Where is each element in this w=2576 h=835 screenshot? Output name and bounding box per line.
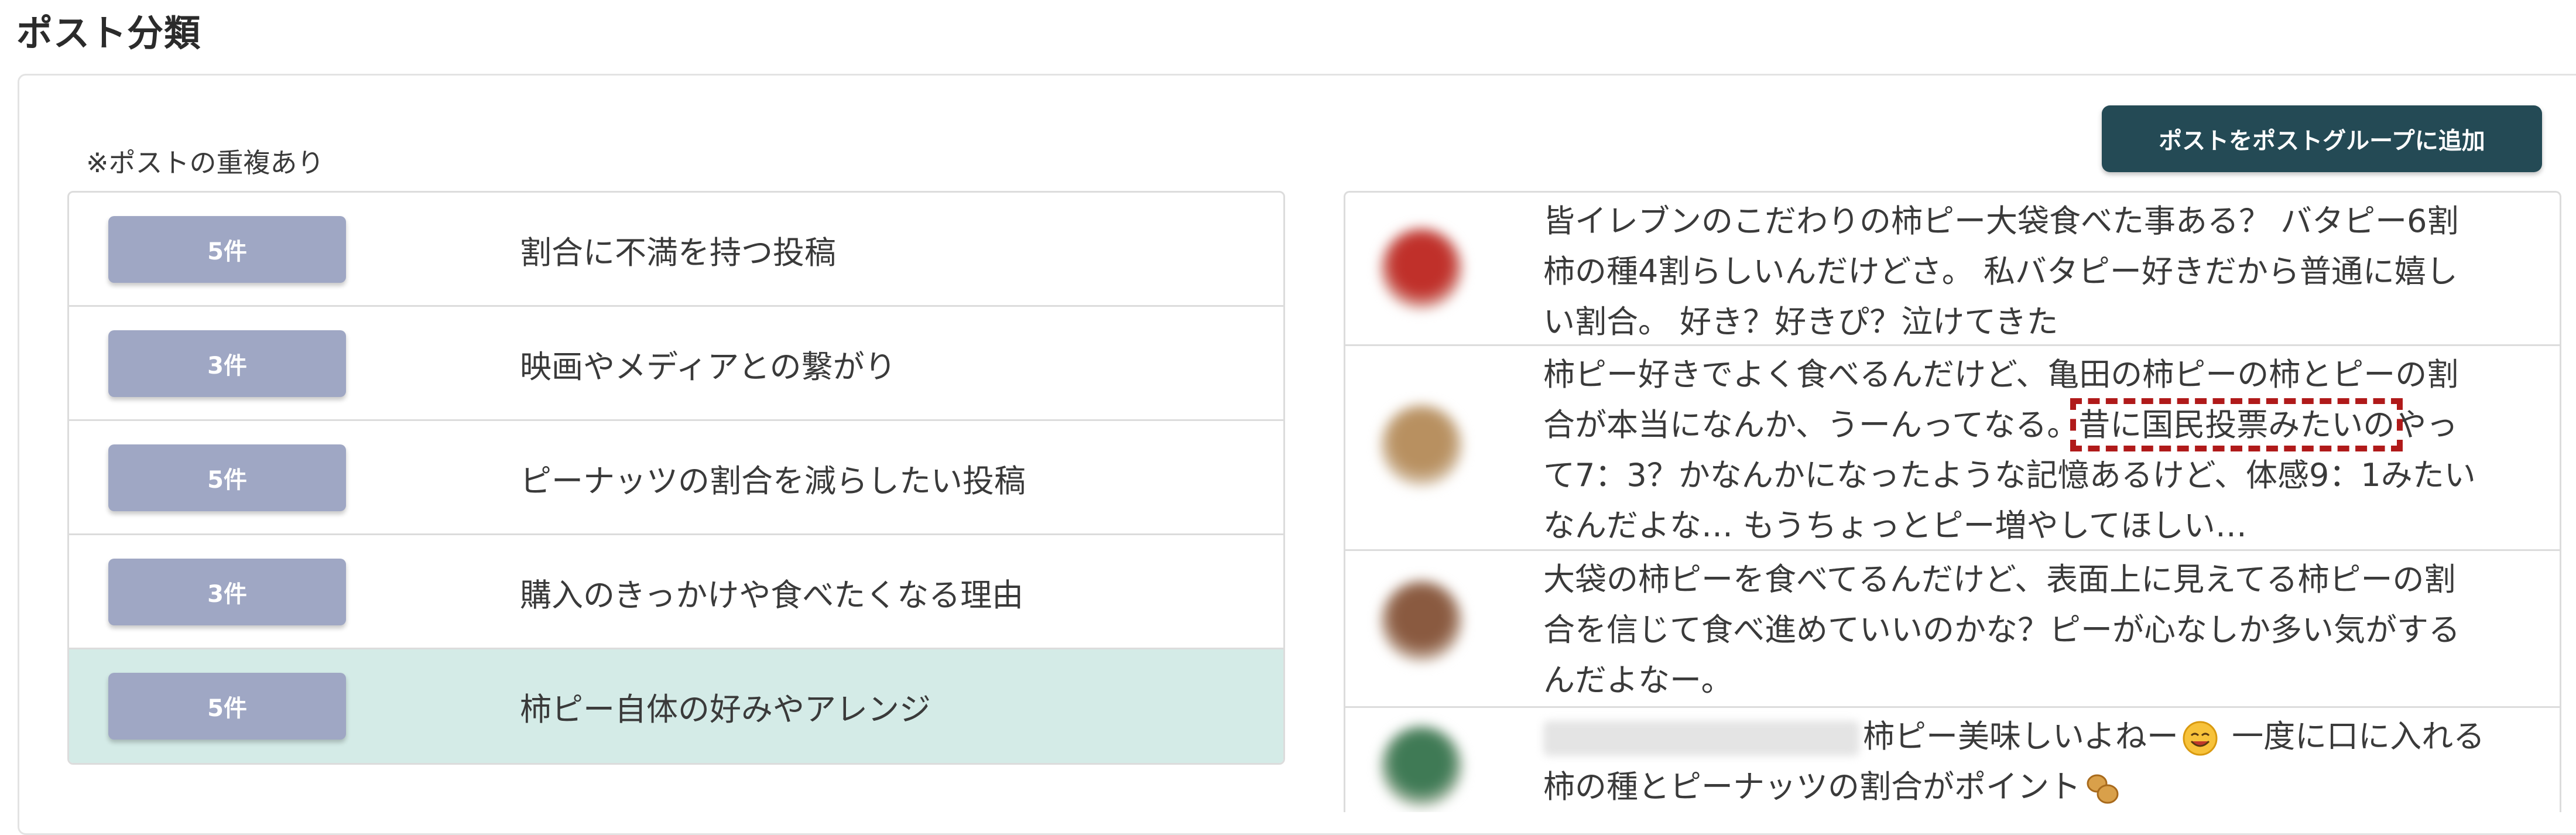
count-badge[interactable]: 5件 xyxy=(108,216,346,283)
category-label: 映画やメディアとの繋がり xyxy=(520,348,896,385)
category-label: 購入のきっかけや食べたくなる理由 xyxy=(520,577,1024,614)
category-label: ピーナッツの割合を減らしたい投稿 xyxy=(520,463,1026,499)
category-row[interactable]: 5件 割合に不満を持つ投稿 xyxy=(69,193,1283,307)
post-item: 皆イレブンのこだわりの柿ピー大袋食べた事ある？ バタピー6割 柿の種4割らしいん… xyxy=(1345,193,2560,346)
smiling-face-emoji-icon xyxy=(2183,721,2218,756)
category-label: 柿ピー自体の好みやアレンジ xyxy=(520,691,931,728)
category-label: 割合に不満を持つ投稿 xyxy=(520,234,836,271)
post-list: 皆イレブンのこだわりの柿ピー大袋食べた事ある？ バタピー6割 柿の種4割らしいん… xyxy=(1344,191,2561,812)
avatar xyxy=(1381,580,1462,662)
post-item: 大袋の柿ピーを食べてるんだけど、表面上に見えてる柿ピーの割 合を信じて食べ進めて… xyxy=(1345,551,2560,708)
highlighted-phrase: 昔に国民投票みたいの xyxy=(2070,398,2403,451)
category-row-selected[interactable]: 5件 柿ピー自体の好みやアレンジ xyxy=(69,649,1283,763)
post-text: 柿ピー好きでよく食べるんだけど、亀田の柿ピーの柿とピーの割 合が本当になんか、う… xyxy=(1543,350,2527,551)
post-item: 柿ピー美味しいよねー 一度に口に入れる 柿の種とピーナッツの割合がポイント xyxy=(1345,708,2560,812)
blurred-username xyxy=(1543,721,1859,757)
duplicate-note: ※ポストの重複あり xyxy=(86,147,324,179)
count-badge[interactable]: 3件 xyxy=(108,330,346,397)
category-row[interactable]: 3件 購入のきっかけや食べたくなる理由 xyxy=(69,535,1283,649)
page-title: ポスト分類 xyxy=(16,12,201,54)
count-badge[interactable]: 5件 xyxy=(108,444,346,511)
post-text-part: 柿ピー美味しいよねー xyxy=(1863,718,2178,755)
peanut-emoji-icon xyxy=(2087,774,2119,804)
avatar xyxy=(1381,726,1462,807)
category-list: 5件 割合に不満を持つ投稿 3件 映画やメディアとの繋がり 5件 ピーナッツの割… xyxy=(67,191,1285,765)
add-to-post-group-button[interactable]: ポストをポストグループに追加 xyxy=(2102,105,2542,172)
avatar xyxy=(1381,405,1462,487)
category-row[interactable]: 3件 映画やメディアとの繋がり xyxy=(69,307,1283,421)
post-item: 柿ピー好きでよく食べるんだけど、亀田の柿ピーの柿とピーの割 合が本当になんか、う… xyxy=(1345,346,2560,551)
count-badge[interactable]: 5件 xyxy=(108,673,346,740)
post-text: 大袋の柿ピーを食べてるんだけど、表面上に見えてる柿ピーの割 合を信じて食べ進めて… xyxy=(1543,561,2460,699)
count-badge[interactable]: 3件 xyxy=(108,559,346,625)
post-text: 柿ピー美味しいよねー 一度に口に入れる 柿の種とピーナッツの割合がポイント xyxy=(1543,711,2527,812)
post-text: 皆イレブンのこだわりの柿ピー大袋食べた事ある？ バタピー6割 柿の種4割らしいん… xyxy=(1543,203,2459,340)
avatar xyxy=(1381,228,1462,310)
category-row[interactable]: 5件 ピーナッツの割合を減らしたい投稿 xyxy=(69,421,1283,535)
